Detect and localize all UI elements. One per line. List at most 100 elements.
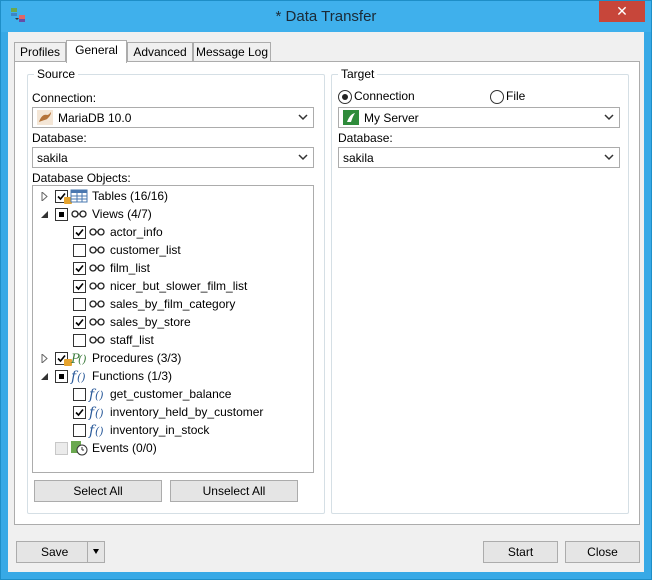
tree-row[interactable]: Tables (16/16) bbox=[33, 188, 313, 206]
tree-checkbox[interactable] bbox=[73, 424, 86, 437]
unselect-all-button[interactable]: Unselect All bbox=[170, 480, 298, 502]
source-connection-value: MariaDB 10.0 bbox=[58, 111, 132, 125]
tree-checkbox[interactable] bbox=[73, 262, 86, 275]
function-icon: f() bbox=[88, 405, 104, 420]
tree-collapse-icon[interactable] bbox=[41, 372, 49, 381]
tree-expand-icon[interactable] bbox=[41, 354, 49, 363]
tree-row-label: Procedures (3/3) bbox=[92, 351, 182, 365]
tree-row-label: inventory_in_stock bbox=[110, 423, 210, 437]
checkmark-icon bbox=[75, 282, 84, 291]
title-bar[interactable]: * Data Transfer ✕ bbox=[1, 1, 651, 32]
tree-row[interactable]: f() Functions (1/3) bbox=[33, 368, 313, 386]
tree-checkbox[interactable] bbox=[55, 352, 72, 366]
checkmark-icon bbox=[75, 408, 84, 417]
data-transfer-window: * Data Transfer ✕ Profiles General Advan… bbox=[0, 0, 652, 580]
source-database-combo[interactable]: sakila bbox=[32, 147, 314, 168]
mariadb-icon bbox=[37, 110, 53, 125]
target-file-radio-label[interactable]: File bbox=[506, 89, 525, 103]
partial-check-mark bbox=[59, 212, 64, 217]
tree-checkbox[interactable] bbox=[73, 226, 86, 239]
tree-expand-icon[interactable] bbox=[41, 192, 49, 201]
tree-row-label: film_list bbox=[110, 261, 151, 275]
svg-text:(): () bbox=[95, 389, 104, 402]
tab-advanced[interactable]: Advanced bbox=[127, 42, 193, 62]
checkmark-icon bbox=[75, 228, 84, 237]
target-connection-value: My Server bbox=[364, 111, 419, 125]
tree-row[interactable]: sales_by_film_category bbox=[33, 296, 313, 314]
function-icon: f() bbox=[88, 423, 104, 438]
tree-row-label: staff_list bbox=[110, 333, 154, 347]
tree-row[interactable]: film_list bbox=[33, 260, 313, 278]
source-connection-label: Connection: bbox=[32, 91, 97, 105]
target-group: Target Connection File My Server Databas… bbox=[331, 67, 629, 514]
tree-row-label: get_customer_balance bbox=[110, 387, 232, 401]
tree-checkbox[interactable] bbox=[73, 298, 86, 311]
save-split-divider bbox=[87, 542, 88, 562]
tree-row[interactable]: staff_list bbox=[33, 332, 313, 350]
tree-row[interactable]: P() Procedures (3/3) bbox=[33, 350, 313, 368]
tab-message-log[interactable]: Message Log bbox=[193, 42, 271, 62]
tree-checkbox[interactable] bbox=[73, 280, 86, 293]
tree-row[interactable]: f() get_customer_balance bbox=[33, 386, 313, 404]
save-dropdown-arrow-icon[interactable] bbox=[90, 546, 102, 558]
start-button[interactable]: Start bbox=[483, 541, 558, 563]
tree-checkbox bbox=[55, 442, 68, 455]
partial-check-mark bbox=[59, 374, 64, 379]
tree-row[interactable]: f() inventory_in_stock bbox=[33, 422, 313, 440]
tree-checkbox[interactable] bbox=[73, 316, 86, 329]
database-objects-label: Database Objects: bbox=[32, 171, 131, 185]
chevron-down-icon bbox=[604, 154, 614, 161]
tree-checkbox[interactable] bbox=[55, 208, 68, 221]
target-database-value: sakila bbox=[343, 151, 374, 165]
radio-selected-dot bbox=[342, 94, 348, 100]
tree-checkbox[interactable] bbox=[73, 406, 86, 419]
tree-checkbox[interactable] bbox=[55, 370, 68, 383]
window-title: * Data Transfer bbox=[275, 8, 377, 25]
tree-row[interactable]: customer_list bbox=[33, 242, 313, 260]
view-icon bbox=[71, 210, 87, 218]
general-tab-page: Source Connection: MariaDB 10.0 Database… bbox=[14, 61, 640, 525]
view-icon bbox=[89, 300, 105, 308]
database-objects-tree[interactable]: Tables (16/16) Views (4/7) actor_infocusto… bbox=[32, 185, 314, 473]
tree-row[interactable]: actor_info bbox=[33, 224, 313, 242]
tree-collapse-icon[interactable] bbox=[41, 210, 49, 219]
checkmark-icon bbox=[75, 318, 84, 327]
tab-general[interactable]: General bbox=[66, 40, 127, 63]
tab-profiles[interactable]: Profiles bbox=[14, 42, 66, 62]
select-all-button[interactable]: Select All bbox=[34, 480, 162, 502]
tree-row-label: actor_info bbox=[110, 225, 163, 239]
target-connection-radio-label[interactable]: Connection bbox=[354, 89, 415, 103]
svg-text:(): () bbox=[77, 371, 86, 384]
table-icon bbox=[70, 189, 88, 203]
target-file-radio[interactable] bbox=[490, 90, 504, 104]
tree-checkbox[interactable] bbox=[73, 244, 86, 257]
chevron-down-icon bbox=[604, 114, 614, 121]
tree-checkbox[interactable] bbox=[73, 388, 86, 401]
chevron-down-icon bbox=[298, 114, 308, 121]
target-connection-radio[interactable] bbox=[338, 90, 352, 104]
tree-row-label: sales_by_store bbox=[110, 315, 191, 329]
view-icon bbox=[89, 282, 105, 290]
target-database-combo[interactable]: sakila bbox=[338, 147, 620, 168]
close-button[interactable]: Close bbox=[565, 541, 640, 563]
target-database-label: Database: bbox=[338, 131, 393, 145]
tree-checkbox[interactable] bbox=[73, 334, 86, 347]
tree-row[interactable]: nicer_but_slower_film_list bbox=[33, 278, 313, 296]
tree-checkbox[interactable] bbox=[55, 190, 72, 204]
tree-row[interactable]: Views (4/7) bbox=[33, 206, 313, 224]
target-connection-combo[interactable]: My Server bbox=[338, 107, 620, 128]
tree-row-label: Views (4/7) bbox=[92, 207, 152, 221]
tree-row-label: Functions (1/3) bbox=[92, 369, 173, 383]
svg-text:(): () bbox=[95, 425, 104, 438]
tree-row[interactable]: Events (0/0) bbox=[33, 440, 313, 458]
view-icon bbox=[89, 246, 105, 254]
window-close-button[interactable]: ✕ bbox=[599, 1, 645, 22]
tree-row[interactable]: sales_by_store bbox=[33, 314, 313, 332]
source-connection-combo[interactable]: MariaDB 10.0 bbox=[32, 107, 314, 128]
source-database-value: sakila bbox=[37, 151, 68, 165]
function-icon: f() bbox=[70, 369, 86, 384]
server-icon bbox=[343, 110, 359, 125]
source-database-label: Database: bbox=[32, 131, 87, 145]
tree-row[interactable]: f() inventory_held_by_customer bbox=[33, 404, 313, 422]
tree-row-label: Events (0/0) bbox=[92, 441, 157, 455]
